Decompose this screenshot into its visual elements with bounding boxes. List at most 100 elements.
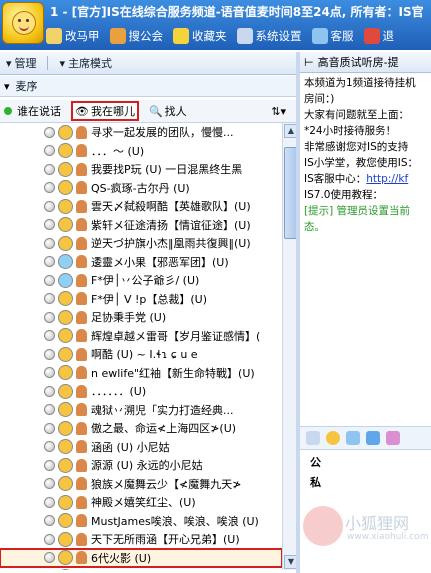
user-status-icon	[58, 217, 73, 233]
user-avatar-icon	[76, 384, 87, 398]
user-row[interactable]: ．．．．．．(U)	[0, 382, 282, 401]
user-name: ．．．～ (U)	[91, 144, 145, 158]
manage-menu[interactable]: ▾ 管理	[6, 55, 37, 71]
toolbar-button-1[interactable]: 搜公会	[109, 28, 163, 44]
user-row[interactable]: 魂狱丷溯児「实力打造经典...	[0, 401, 282, 420]
user-row[interactable]: 逶靈メ小果【邪恶军团】(U)	[0, 253, 282, 272]
user-row[interactable]: ．．．～ (U)	[0, 142, 282, 161]
user-status-icon	[58, 365, 73, 381]
message-line: *24小时接待服务！	[304, 125, 397, 137]
user-row[interactable]: 啊酷 (U) ~ I.ɬɿ ɕ u e	[0, 345, 282, 364]
mic-status-icon	[44, 496, 55, 508]
user-row[interactable]: QS-疯琢-古尔丹 (U)	[0, 179, 282, 198]
user-status-icon	[58, 346, 73, 362]
toolbar-button-3[interactable]: 系统设置	[236, 28, 302, 44]
user-avatar-icon	[76, 144, 87, 158]
user-row[interactable]: F*伊│ V !p【总裁】(U)	[0, 290, 282, 309]
user-row[interactable]: 站明 (U)	[0, 567, 282, 570]
user-row[interactable]: 我要找P玩 (U) 一日混黑终生黑	[0, 160, 282, 179]
font-icon[interactable]	[306, 431, 320, 445]
mode-menu[interactable]: ▾ 主席模式	[60, 55, 113, 71]
message-line: 房间：)	[304, 93, 335, 105]
sort-button[interactable]: ⇅▾	[271, 105, 286, 118]
user-avatar-icon	[76, 162, 87, 176]
user-name: F*伊│ V !p【总裁】(U)	[91, 292, 207, 306]
user-row[interactable]: 辉煌卓越メ雷哥【岁月鉴证感情】(	[0, 327, 282, 346]
watermark-url: www.xiaohuli.com	[347, 532, 429, 542]
user-avatar-icon	[76, 273, 87, 287]
user-row[interactable]: 雲天〆弑殺啊酷【英雄歌队】(U)	[0, 197, 282, 216]
user-status-icon	[58, 494, 73, 510]
mic-status-icon	[44, 274, 55, 286]
mic-status-icon	[44, 459, 55, 471]
emoji-icon[interactable]	[326, 431, 340, 445]
user-avatar-icon	[76, 532, 87, 546]
chat-toolbar	[300, 426, 431, 450]
watermark-logo: 小狐狸网 www.xiaohuli.com	[303, 506, 429, 546]
mic-status-icon	[44, 293, 55, 305]
eye-icon: 👁	[75, 104, 89, 118]
tab-find-person[interactable]: 🔍 找人	[149, 103, 187, 119]
user-name: 神殿メ嬉笑红尘、(U)	[91, 496, 196, 510]
toolbar: 改马甲 搜公会 收藏夹 系统设置 客服 退	[46, 24, 404, 48]
user-row[interactable]: 寻求一起发展的团队，慢慢...	[0, 123, 282, 142]
system-hint: [提示] 管理员设置当前	[304, 205, 411, 217]
toolbar-button-5[interactable]: 退	[363, 28, 394, 44]
user-row[interactable]: 紫轩メ征途清扬【情谊征途】(U)	[0, 216, 282, 235]
user-row[interactable]: 源源 (U) 永远的小尼姑	[0, 456, 282, 475]
user-row[interactable]: 逆天づ护旗小杰‖凰雨共復興‖(U)	[0, 234, 282, 253]
user-row[interactable]: 傲之最、命运≮上海四区≯(U)	[0, 419, 282, 438]
screenshot-icon[interactable]	[366, 431, 380, 445]
user-status-icon	[58, 513, 73, 529]
user-row[interactable]: F*伊│丷公子爺彡/ (U)	[0, 271, 282, 290]
tab-where-am-i[interactable]: 👁 我在哪儿	[71, 101, 139, 121]
user-row[interactable]: 狼族メ魔舞云少【≮魔舞九天≯	[0, 475, 282, 494]
user-row[interactable]: 天下无所雨涵【开心兄弟】(U)	[0, 530, 282, 549]
user-list-scrollbar[interactable]: ▲ ▼	[282, 123, 298, 570]
mic-status-icon	[44, 219, 55, 231]
service-link[interactable]: http://kf	[366, 173, 408, 185]
collapse-icon[interactable]: ⊢	[304, 56, 314, 69]
user-row[interactable]: 神殿メ嬉笑红尘、(U)	[0, 493, 282, 512]
mic-queue-label: 麦序	[15, 80, 38, 93]
tab-who-speaking[interactable]: 谁在说话	[0, 103, 61, 119]
user-status-icon	[58, 476, 73, 492]
user-avatar-icon	[76, 292, 87, 306]
panel-bar: ▾ 管理 ▾ 主席模式	[0, 52, 296, 75]
user-status-icon	[58, 439, 73, 455]
toolbar-button-4[interactable]: 客服	[311, 28, 354, 44]
user-name: 逶靈メ小果【邪恶军团】(U)	[91, 255, 229, 269]
user-avatar-icon	[76, 181, 87, 195]
music-icon[interactable]	[386, 431, 400, 445]
user-status-icon	[58, 402, 73, 418]
image-icon[interactable]	[346, 431, 360, 445]
message-line: 大家有问题就至上面：	[304, 109, 409, 121]
chevron-down-icon: ▾	[6, 56, 12, 70]
user-status-icon	[58, 161, 73, 177]
user-name: 天下无所雨涵【开心兄弟】(U)	[91, 533, 240, 547]
user-name: F*伊│丷公子爺彡/ (U)	[91, 274, 200, 288]
toolbar-button-2[interactable]: 收藏夹	[173, 28, 227, 44]
user-name: 源源 (U) 永远的小尼姑	[91, 459, 203, 473]
chat-header[interactable]: ⊢ 高音质试听房-提	[300, 52, 431, 73]
user-avatar-icon	[76, 440, 87, 454]
app-logo-icon[interactable]	[2, 2, 44, 44]
user-row[interactable]: 足协秉手党 (U)	[0, 308, 282, 327]
user-row[interactable]: 6代火影 (U)	[0, 547, 282, 568]
mic-queue-header[interactable]: ▾ 麦序	[0, 76, 296, 97]
toolbar-button-0[interactable]: 改马甲	[46, 28, 100, 44]
user-status-icon	[58, 531, 73, 547]
mic-status-icon	[44, 126, 55, 138]
user-row[interactable]: MustJames唉浪、唉浪、唉浪 (U)	[0, 512, 282, 531]
user-name: 紫轩メ征途清扬【情谊征途】(U)	[91, 218, 251, 232]
user-row[interactable]: 涵函 (U) 小尼姑	[0, 438, 282, 457]
user-row[interactable]: ո ewlife"红袖【新生命特戰】(U)	[0, 364, 282, 383]
user-status-icon	[58, 254, 73, 270]
tab-label: 谁在说话	[17, 105, 61, 118]
user-name: 啊酷 (U) ~ I.ɬɿ ɕ u e	[91, 348, 198, 362]
headset-icon	[311, 28, 328, 44]
chevron-down-icon: ▾	[4, 79, 10, 93]
user-status-icon	[58, 568, 73, 570]
user-avatar-icon	[76, 403, 87, 417]
message-line: IS小学堂，教您使用IS：	[304, 157, 419, 169]
